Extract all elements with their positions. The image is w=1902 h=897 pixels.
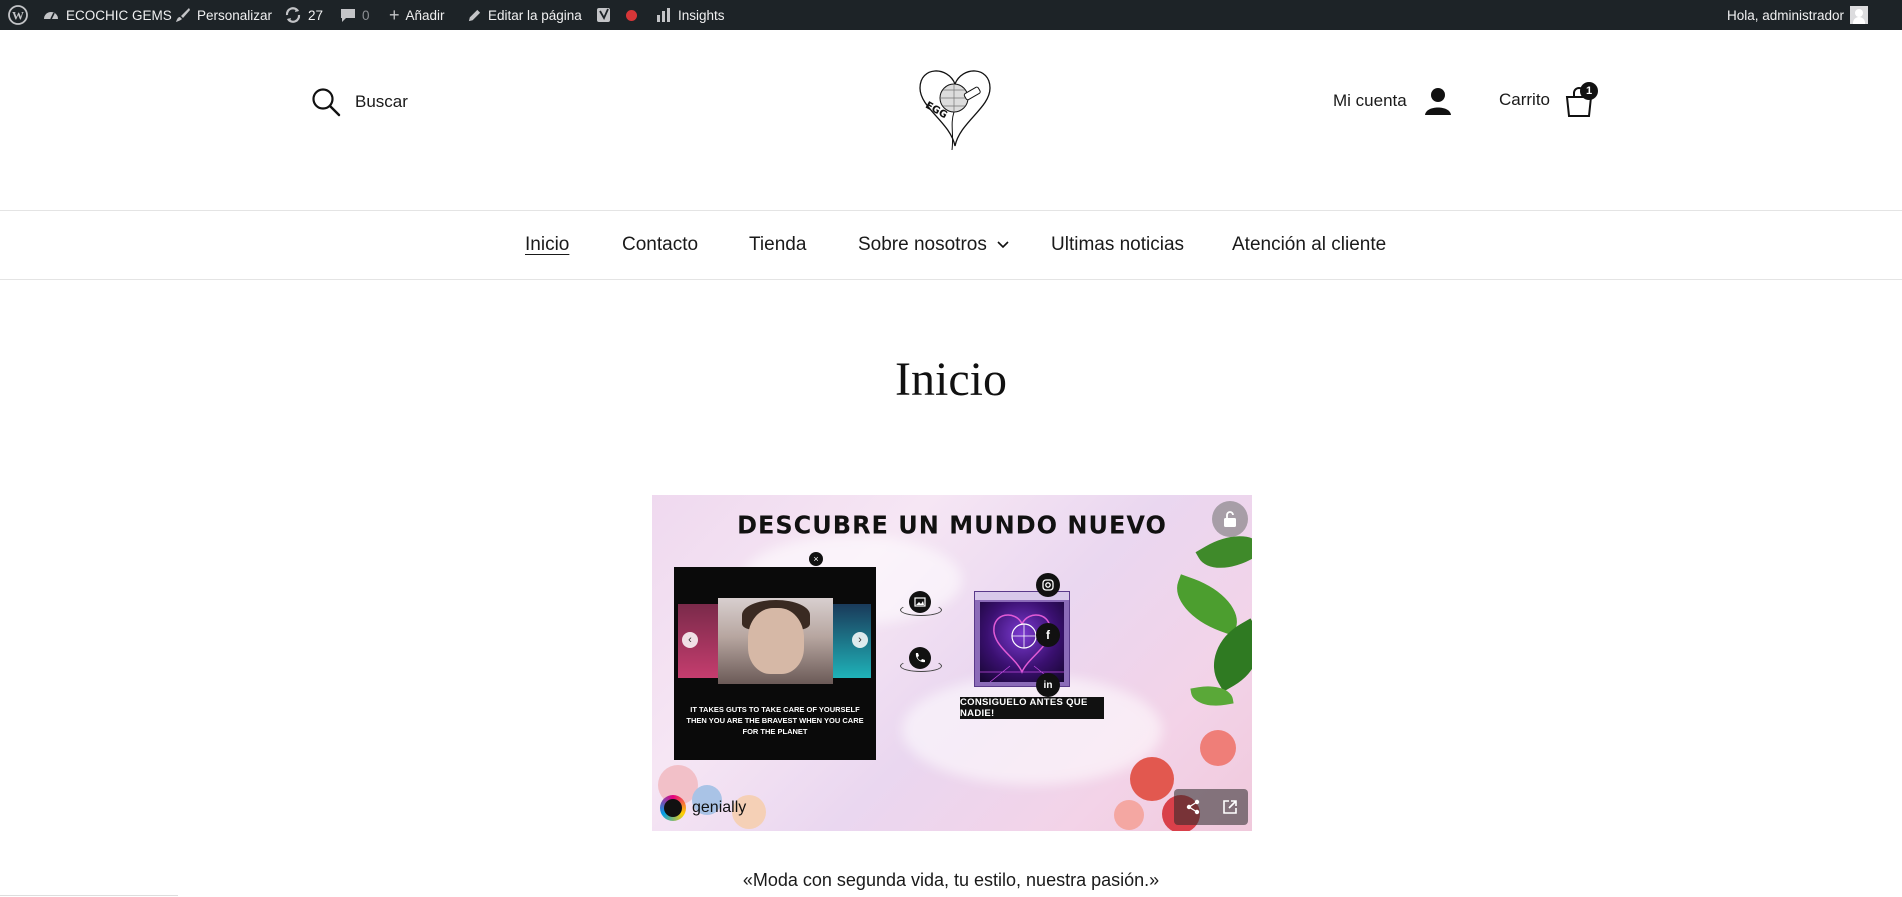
genially-brand-label: genially <box>692 799 747 816</box>
cart-count-badge: 1 <box>1580 82 1599 100</box>
open-external-icon[interactable] <box>1222 799 1238 815</box>
genially-embed[interactable]: DESCUBRE UN MUNDO NUEVO ‹ › IT TAKES GUT… <box>652 495 1252 831</box>
admin-insights[interactable]: Insights <box>656 0 725 30</box>
primary-navigation: Inicio Contacto Tienda Sobre nosotros Ul… <box>0 210 1902 280</box>
flower-decoration <box>1200 730 1236 766</box>
search-label: Buscar <box>355 92 408 111</box>
admin-comments-count: 0 <box>362 7 370 23</box>
nav-item-contacto[interactable]: Contacto <box>622 211 698 279</box>
heart-logo-icon: EGG <box>919 70 991 151</box>
brush-icon <box>176 8 190 22</box>
genially-logo-icon <box>660 795 686 821</box>
carousel-next-button[interactable]: › <box>852 632 868 648</box>
admin-add-new-label: Añadir <box>405 7 445 23</box>
admin-comments[interactable]: 0 <box>340 0 370 30</box>
nav-item-ultimas-noticias[interactable]: Ultimas noticias <box>1051 211 1184 279</box>
page-tagline: «Moda con segunda vida, tu estilo, nuest… <box>742 870 1160 890</box>
flower-decoration <box>1130 757 1174 801</box>
flower-decoration <box>1114 800 1144 830</box>
wordpress-icon: W <box>8 5 28 25</box>
admin-edit-page[interactable]: Editar la página <box>467 0 582 30</box>
divider <box>0 895 178 896</box>
phone-icon <box>915 653 925 663</box>
carousel-photo <box>718 598 833 684</box>
page-title: Inicio <box>895 353 1007 406</box>
my-account-label: Mi cuenta <box>1333 91 1407 110</box>
image-icon <box>914 597 926 607</box>
image-hotspot-button[interactable] <box>909 591 931 613</box>
lock-icon <box>1224 511 1236 527</box>
my-account-link[interactable]: Mi cuenta <box>1333 86 1453 116</box>
close-button[interactable]: × <box>809 552 823 566</box>
nav-item-atencion-cliente[interactable]: Atención al cliente <box>1232 211 1386 279</box>
bar-chart-icon <box>657 8 670 22</box>
phone-hotspot-button[interactable] <box>909 647 931 669</box>
carousel-prev-button[interactable]: ‹ <box>682 632 698 648</box>
cta-banner[interactable]: CONSIGUELO ANTES QUE NADIE! <box>960 697 1104 719</box>
linkedin-icon[interactable]: in <box>1036 673 1060 697</box>
user-icon <box>1424 88 1451 115</box>
embed-headline: DESCUBRE UN MUNDO NUEVO <box>737 510 1167 540</box>
cart-icon-wrap: 1 <box>1564 82 1599 118</box>
chevron-down-icon <box>997 241 1009 249</box>
embed-toolbar <box>1174 789 1248 825</box>
admin-greeting: Hola, administrador <box>1727 7 1845 23</box>
dashboard-icon <box>44 12 58 20</box>
site-logo[interactable]: EGG <box>910 60 1000 155</box>
yoast-icon <box>597 8 610 22</box>
genially-brand[interactable]: genially <box>660 795 746 821</box>
card-quote: IT TAKES GUTS TO TAKE CARE OF YOURSELF T… <box>686 705 864 736</box>
pencil-icon <box>468 9 481 21</box>
search-icon <box>312 88 341 117</box>
lock-button[interactable] <box>1212 501 1248 537</box>
seo-status-dot <box>626 9 637 21</box>
cart-link[interactable]: Carrito 1 <box>1499 82 1599 118</box>
share-icon[interactable] <box>1185 799 1201 815</box>
instagram-icon[interactable] <box>1036 573 1060 597</box>
admin-site-name-label: ECOCHIC GEMS <box>66 7 172 23</box>
comment-icon <box>341 9 355 22</box>
svg-text:W: W <box>12 9 24 23</box>
nav-item-sobre-nosotros[interactable]: Sobre nosotros <box>858 211 1009 279</box>
admin-customize-label: Personalizar <box>197 7 273 23</box>
admin-bar: W ECOCHIC GEMS Personalizar 27 0 + Añadi… <box>0 0 1902 30</box>
admin-add-new[interactable]: + Añadir <box>389 0 445 30</box>
facebook-icon[interactable]: f <box>1036 623 1060 647</box>
photo-card: ‹ › IT TAKES GUTS TO TAKE CARE OF YOURSE… <box>674 567 876 760</box>
wordpress-logo[interactable]: W <box>8 0 28 30</box>
search-toggle[interactable]: Buscar <box>311 87 408 117</box>
admin-updates[interactable]: 27 <box>284 0 323 30</box>
cart-label: Carrito <box>1499 90 1551 109</box>
admin-edit-page-label: Editar la página <box>488 7 582 23</box>
admin-insights-label: Insights <box>678 7 725 23</box>
nav-item-tienda[interactable]: Tienda <box>749 211 806 279</box>
admin-yoast[interactable] <box>596 0 637 30</box>
update-icon <box>285 7 301 23</box>
admin-account[interactable]: Hola, administrador <box>1727 0 1869 30</box>
nav-item-sobre-nosotros-label: Sobre nosotros <box>858 234 987 255</box>
avatar <box>1850 6 1869 24</box>
plus-icon: + <box>389 4 400 25</box>
admin-customize[interactable]: Personalizar <box>175 0 272 30</box>
cloud-decoration <box>902 675 1162 785</box>
admin-updates-count: 27 <box>308 7 324 23</box>
nav-item-inicio[interactable]: Inicio <box>525 211 569 279</box>
admin-site-name[interactable]: ECOCHIC GEMS <box>42 0 172 30</box>
